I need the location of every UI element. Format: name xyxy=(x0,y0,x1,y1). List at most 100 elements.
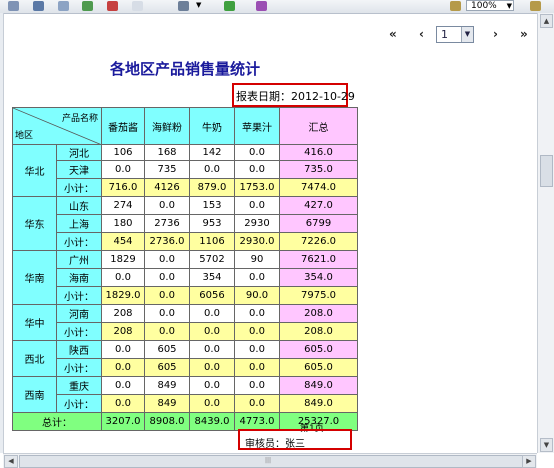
close-icon[interactable] xyxy=(256,1,267,11)
report-date-label: 报表日期： xyxy=(236,90,291,103)
corner-header: 产品名称 地区 xyxy=(12,107,102,145)
subtotal-total-cell: 605.0 xyxy=(279,358,358,377)
grand-total-cell: 4773.0 xyxy=(234,412,280,431)
pdf-icon[interactable] xyxy=(107,1,118,11)
total-cell: 6799 xyxy=(279,214,358,233)
city-cell: 重庆 xyxy=(56,376,102,395)
value-cell: 168 xyxy=(144,144,190,161)
report-date: 报表日期：2012-10-29 xyxy=(236,88,355,104)
settings-icon[interactable] xyxy=(178,1,189,11)
excel-icon[interactable] xyxy=(82,1,93,11)
refresh-icon[interactable] xyxy=(224,1,235,11)
value-cell: 1829 xyxy=(101,250,145,269)
value-cell: 0.0 xyxy=(189,160,235,179)
report-date-value: 2012-10-29 xyxy=(291,90,355,103)
table-row: 华北 河北 106 168 142 0.0 416.0 xyxy=(12,144,358,197)
city-cell: 海南 xyxy=(56,268,102,287)
value-cell: 180 xyxy=(101,214,145,233)
subtotal-cell: 0.0 xyxy=(144,322,190,341)
subtotal-total-cell: 7226.0 xyxy=(279,232,358,251)
grand-total-cell: 8908.0 xyxy=(144,412,190,431)
city-cell: 天津 xyxy=(56,160,102,179)
subtotal-cell: 0.0 xyxy=(144,286,190,305)
value-cell: 0.0 xyxy=(144,196,190,215)
word-icon[interactable] xyxy=(132,1,143,11)
chevron-down-icon: ▼ xyxy=(461,27,473,42)
export-icon[interactable] xyxy=(58,1,69,11)
region-cell: 华东 xyxy=(12,196,57,251)
prev-page-button[interactable]: ‹ xyxy=(419,27,424,41)
subtotal-cell: 2736.0 xyxy=(144,232,190,251)
scroll-right-icon[interactable]: ▶ xyxy=(522,455,536,468)
scroll-grip-icon: ||| xyxy=(265,457,272,464)
table-row: 天津 0.0 735 0.0 0.0 735.0 xyxy=(13,160,358,179)
scroll-left-icon[interactable]: ◀ xyxy=(4,455,18,468)
scroll-up-icon[interactable]: ▲ xyxy=(540,14,553,28)
page-select[interactable]: 1 ▼ xyxy=(436,26,474,43)
scroll-down-icon[interactable]: ▼ xyxy=(540,438,553,452)
value-cell: 849 xyxy=(144,376,190,395)
subtotal-cell: 0.0 xyxy=(101,358,145,377)
first-page-button[interactable]: « xyxy=(389,27,397,41)
city-cell: 河南 xyxy=(56,304,102,323)
vertical-scrollbar[interactable]: ▲ ▼ xyxy=(537,13,554,453)
grand-total-cell: 3207.0 xyxy=(101,412,145,431)
region-cell: 西北 xyxy=(12,340,57,377)
vertical-scroll-thumb[interactable] xyxy=(540,155,553,187)
corner-bottom-label: 地区 xyxy=(15,131,34,141)
value-cell: 0.0 xyxy=(234,340,280,359)
value-cell: 106 xyxy=(101,144,145,161)
subtotal-total-cell: 7474.0 xyxy=(279,178,358,197)
zoom-icon[interactable] xyxy=(450,1,461,11)
value-cell: 208 xyxy=(101,304,145,323)
column-header-total: 汇总 xyxy=(279,107,358,145)
column-header: 牛奶 xyxy=(189,107,235,145)
value-cell: 2930 xyxy=(234,214,280,233)
subtotal-total-cell: 7975.0 xyxy=(279,286,358,305)
report-title: 各地区产品销售量统计 xyxy=(110,60,261,78)
subtotal-cell: 454 xyxy=(101,232,145,251)
subtotal-cell: 0.0 xyxy=(189,358,235,377)
total-cell: 849.0 xyxy=(279,376,358,395)
page-select-value: 1 xyxy=(441,28,448,41)
value-cell: 0.0 xyxy=(144,304,190,323)
region-cell: 华中 xyxy=(12,304,57,341)
value-cell: 354 xyxy=(189,268,235,287)
subtotal-cell: 0.0 xyxy=(101,394,145,413)
subtotal-row: 小计： 454 2736.0 1106 2930.0 7226.0 xyxy=(13,232,358,251)
table-row: 上海 180 2736 953 2930 6799 xyxy=(13,214,358,233)
report-table: 产品名称 地区 番茄酱 海鲜粉 牛奶 苹果汁 汇总 华北 河北 106 168 … xyxy=(12,107,358,431)
subtotal-cell: 208 xyxy=(101,322,145,341)
subtotal-row: 小计： 716.0 4126 879.0 1753.0 7474.0 xyxy=(13,178,358,197)
subtotal-cell: 605 xyxy=(144,358,190,377)
city-cell: 广州 xyxy=(56,250,102,269)
chevron-down-icon: ▼ xyxy=(506,2,512,10)
value-cell: 90 xyxy=(234,250,280,269)
subtotal-cell: 849 xyxy=(144,394,190,413)
city-cell: 上海 xyxy=(56,214,102,233)
value-cell: 5702 xyxy=(189,250,235,269)
subtotal-label: 小计： xyxy=(56,286,102,305)
horizontal-scrollbar[interactable]: ◀ ||| ▶ xyxy=(3,453,537,468)
subtotal-cell: 1829.0 xyxy=(101,286,145,305)
subtotal-cell: 0.0 xyxy=(234,394,280,413)
subtotal-label: 小计： xyxy=(56,322,102,341)
value-cell: 605 xyxy=(144,340,190,359)
value-cell: 2736 xyxy=(144,214,190,233)
city-cell: 陕西 xyxy=(56,340,102,359)
print-icon[interactable] xyxy=(8,1,19,11)
value-cell: 142 xyxy=(189,144,235,161)
dropdown-arrow-icon[interactable]: ▼ xyxy=(196,1,202,11)
zoom-select[interactable]: 100% ▼ xyxy=(466,0,514,11)
search-icon[interactable] xyxy=(530,1,541,11)
city-cell: 山东 xyxy=(56,196,102,215)
table-row: 华中 河南 208 0.0 0.0 0.0 208.0 xyxy=(12,304,358,341)
subtotal-label: 小计： xyxy=(56,232,102,251)
total-cell: 354.0 xyxy=(279,268,358,287)
next-page-button[interactable]: › xyxy=(493,27,498,41)
subtotal-cell: 0.0 xyxy=(189,322,235,341)
last-page-button[interactable]: » xyxy=(520,27,528,41)
value-cell: 0.0 xyxy=(234,376,280,395)
value-cell: 0.0 xyxy=(234,160,280,179)
save-icon[interactable] xyxy=(33,1,44,11)
